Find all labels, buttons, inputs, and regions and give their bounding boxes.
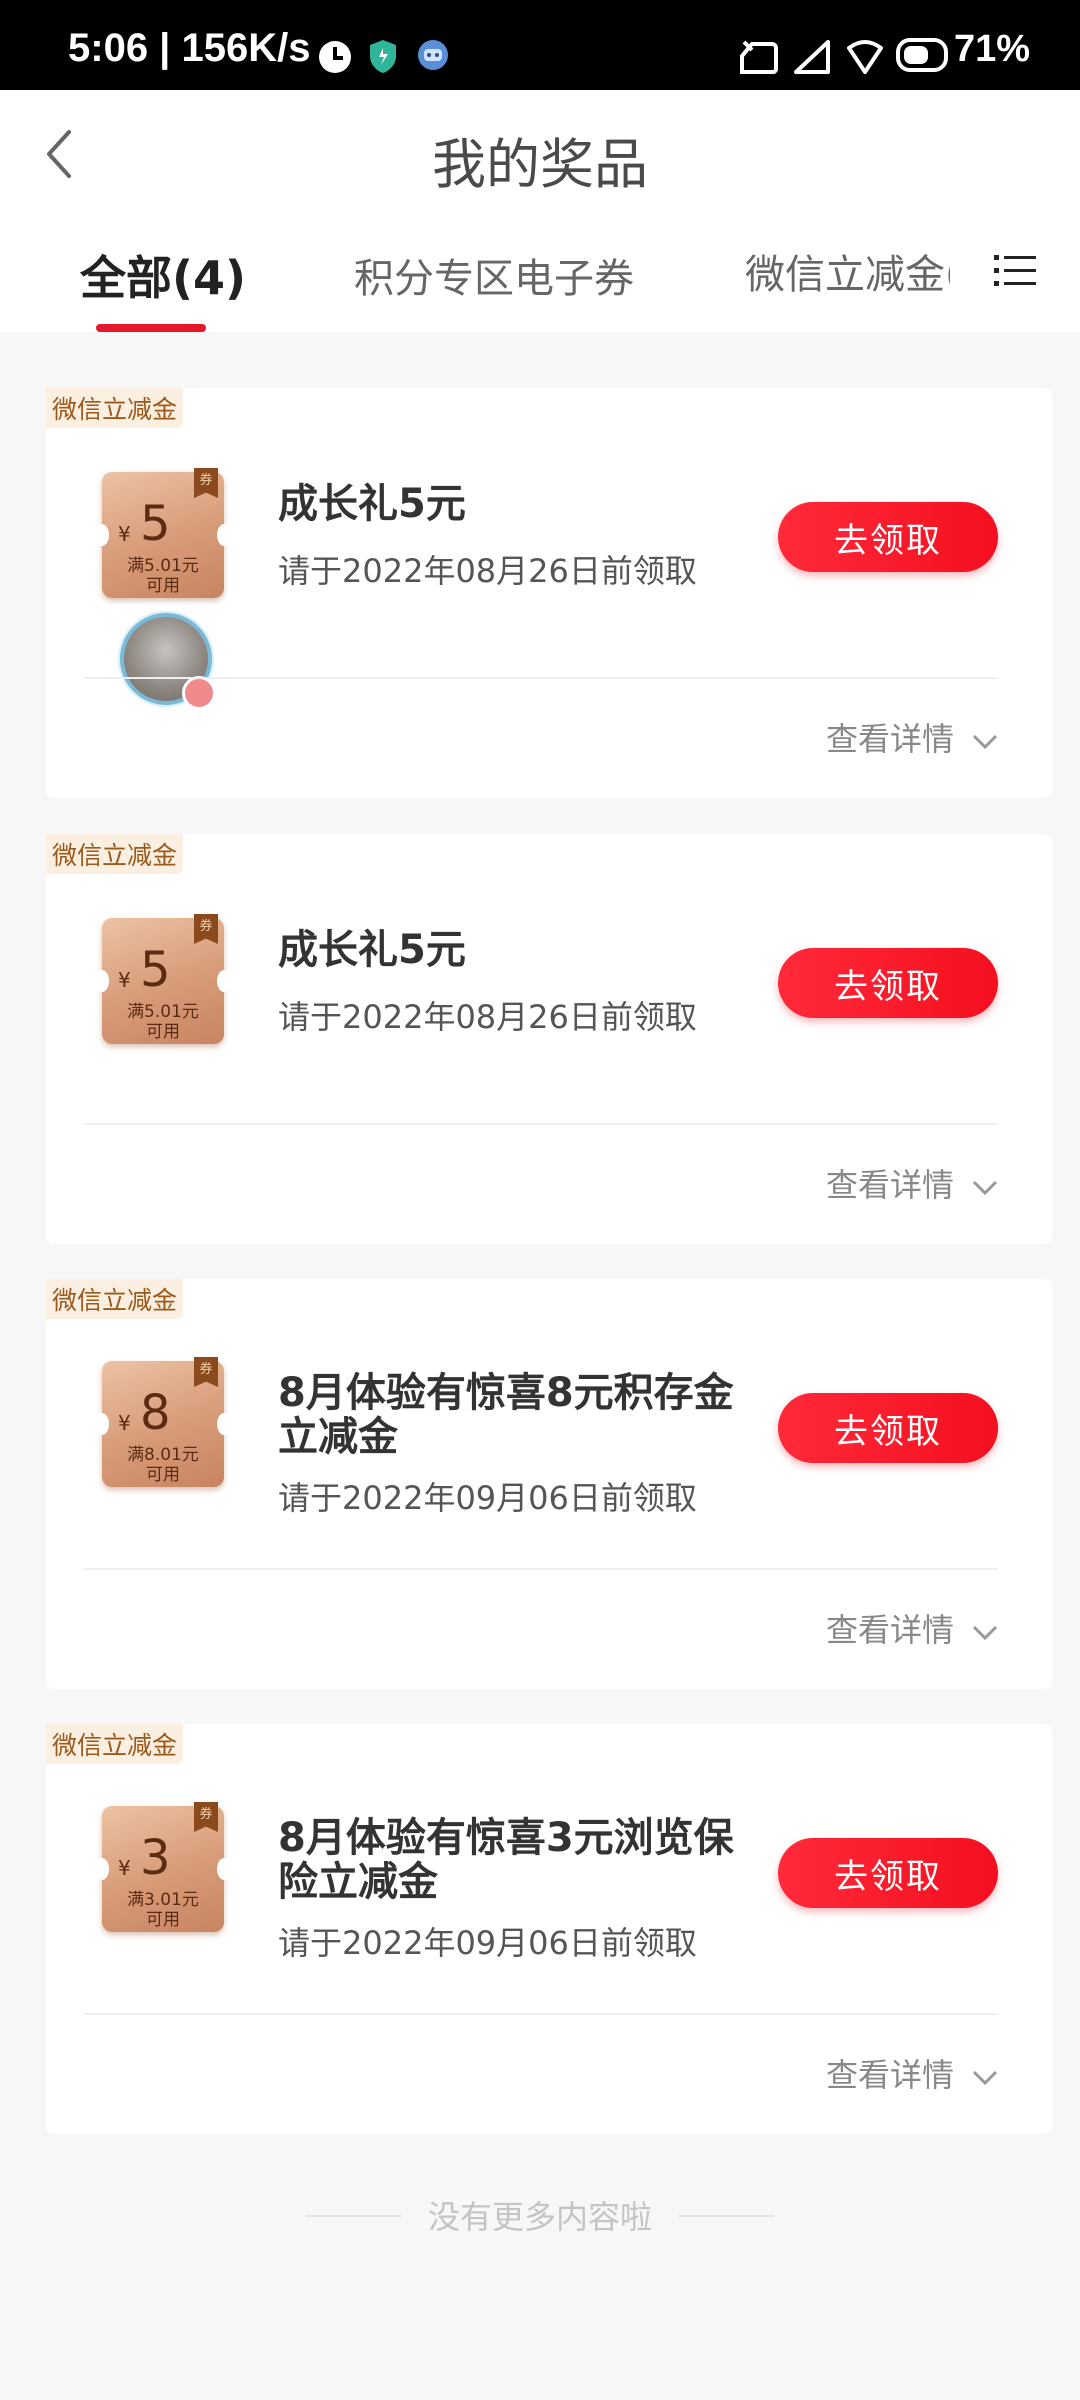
coupon-condition-line1: 满3.01元 xyxy=(127,1890,199,1910)
coupon-currency: ¥ xyxy=(118,1856,131,1880)
coupon-condition-line2: 可用 xyxy=(146,1910,180,1930)
avatar-close-badge[interactable] xyxy=(182,676,216,710)
coupon-condition: 满5.01元 可用 xyxy=(102,1002,224,1042)
coupon-condition-line2: 可用 xyxy=(146,576,180,596)
status-bar: 5:06 | 156K/s 71% xyxy=(0,0,1080,90)
status-time: 5:06 | 156K/s xyxy=(68,26,311,70)
coupon-condition-line2: 可用 xyxy=(146,1022,180,1042)
clock-icon xyxy=(319,41,351,73)
claim-button[interactable]: 去领取 xyxy=(778,502,998,572)
coupon-ribbon: 券 xyxy=(194,1357,218,1387)
view-details-label: 查看详情 xyxy=(825,720,954,758)
coupon-thumbnail: 券 ¥ 8 满8.01元 可用 xyxy=(95,1357,231,1487)
coupon-thumbnail: 券 ¥ 5 满5.01元 可用 xyxy=(95,468,231,598)
coupon-condition-line1: 满8.01元 xyxy=(127,1445,199,1465)
coupon-ribbon: 券 xyxy=(194,468,218,498)
wifi-icon xyxy=(847,40,883,74)
tab-wechat-clip: 微信立减金(4 xyxy=(745,242,950,302)
tab-bar: 全部(4) 积分专区电子券 微信立减金(4 xyxy=(0,220,1080,332)
coupon-condition: 满8.01元 可用 xyxy=(102,1445,224,1485)
prize-deadline: 请于2022年09月06日前领取 xyxy=(278,1479,697,1517)
view-details-label: 查看详情 xyxy=(825,2056,954,2094)
prize-title: 8月体验有惊喜3元浏览保险立减金 xyxy=(278,1815,734,1905)
coupon-thumbnail: 券 ¥ 3 满3.01元 可用 xyxy=(95,1802,231,1932)
prize-card: 微信立减金 券 ¥ 8 满8.01元 可用 8月体验有惊喜8元积存金立减金 请于… xyxy=(46,1279,1052,1689)
card-type-tag: 微信立减金 xyxy=(46,388,184,428)
prize-deadline: 请于2022年08月26日前领取 xyxy=(278,998,697,1036)
card-divider xyxy=(84,1568,998,1570)
coupon-amount: 8 xyxy=(140,1385,171,1441)
coupon-currency: ¥ xyxy=(118,968,131,992)
tab-all[interactable]: 全部(4) xyxy=(80,242,246,308)
coupon-condition-line1: 满5.01元 xyxy=(127,556,199,576)
coupon-ribbon: 券 xyxy=(194,914,218,944)
bot-app-icon xyxy=(418,40,448,70)
coupon-currency: ¥ xyxy=(118,1411,131,1435)
coupon-thumbnail: 券 ¥ 5 满5.01元 可用 xyxy=(95,914,231,1044)
coupon-condition-line2: 可用 xyxy=(146,1465,180,1485)
coupon-amount: 5 xyxy=(140,496,171,552)
view-details-label: 查看详情 xyxy=(825,1166,954,1204)
tab-points-ecoupon[interactable]: 积分专区电子券 xyxy=(354,246,634,304)
claim-button[interactable]: 去领取 xyxy=(778,1393,998,1463)
coupon-currency: ¥ xyxy=(118,522,131,546)
coupon-condition: 满3.01元 可用 xyxy=(102,1890,224,1930)
prize-deadline: 请于2022年08月26日前领取 xyxy=(278,552,697,590)
card-type-tag: 微信立减金 xyxy=(46,834,184,874)
alarm-off-icon xyxy=(740,40,779,74)
prize-title: 成长礼5元 xyxy=(278,481,466,527)
card-type-tag: 微信立减金 xyxy=(46,1724,184,1764)
coupon-amount: 3 xyxy=(140,1830,171,1886)
view-details-label: 查看详情 xyxy=(825,1611,954,1649)
prize-deadline: 请于2022年09月06日前领取 xyxy=(278,1924,697,1962)
active-tab-indicator xyxy=(96,324,206,332)
prize-card: 微信立减金 券 ¥ 5 满5.01元 可用 成长礼5元 请于2022年08月26… xyxy=(46,834,1052,1244)
coupon-condition-line1: 满5.01元 xyxy=(127,1002,199,1022)
coupon-condition: 满5.01元 可用 xyxy=(102,556,224,596)
chevron-down-icon xyxy=(972,1625,998,1641)
coupon-amount: 5 xyxy=(140,942,171,998)
claim-button[interactable]: 去领取 xyxy=(778,1838,998,1908)
battery-icon xyxy=(896,38,948,72)
prize-title: 8月体验有惊喜8元积存金立减金 xyxy=(278,1370,734,1460)
page-title: 我的奖品 xyxy=(432,133,648,196)
claim-button[interactable]: 去领取 xyxy=(778,948,998,1018)
coupon-ribbon: 券 xyxy=(194,1802,218,1832)
prize-title: 成长礼5元 xyxy=(278,927,466,973)
prize-card: 微信立减金 券 ¥ 3 满3.01元 可用 8月体验有惊喜3元浏览保险立减金 请… xyxy=(46,1724,1052,2134)
view-details-link[interactable]: 查看详情 xyxy=(826,1605,998,1651)
tab-wechat-discount[interactable]: 微信立减金(4 xyxy=(745,242,950,300)
list-menu-icon[interactable] xyxy=(994,252,1036,290)
card-type-tag: 微信立减金 xyxy=(46,1279,184,1319)
battery-percent: 71% xyxy=(953,28,1030,70)
chevron-down-icon xyxy=(972,2070,998,2086)
signal-icon xyxy=(794,40,830,74)
chevron-down-icon xyxy=(972,1180,998,1196)
card-divider xyxy=(84,1123,998,1125)
footer-divider-right xyxy=(678,2215,774,2217)
no-more-content: 没有更多内容啦 xyxy=(427,2198,652,2236)
shield-app-icon xyxy=(370,40,396,73)
card-divider xyxy=(84,2013,998,2015)
prize-card: 微信立减金 券 ¥ 5 满5.01元 可用 成长礼5元 请于2022年08月26… xyxy=(46,388,1052,798)
chevron-down-icon xyxy=(972,734,998,750)
card-divider xyxy=(84,677,998,679)
view-details-link[interactable]: 查看详情 xyxy=(826,714,998,760)
view-details-link[interactable]: 查看详情 xyxy=(826,2050,998,2096)
view-details-link[interactable]: 查看详情 xyxy=(826,1160,998,1206)
header: 我的奖品 xyxy=(0,90,1080,220)
